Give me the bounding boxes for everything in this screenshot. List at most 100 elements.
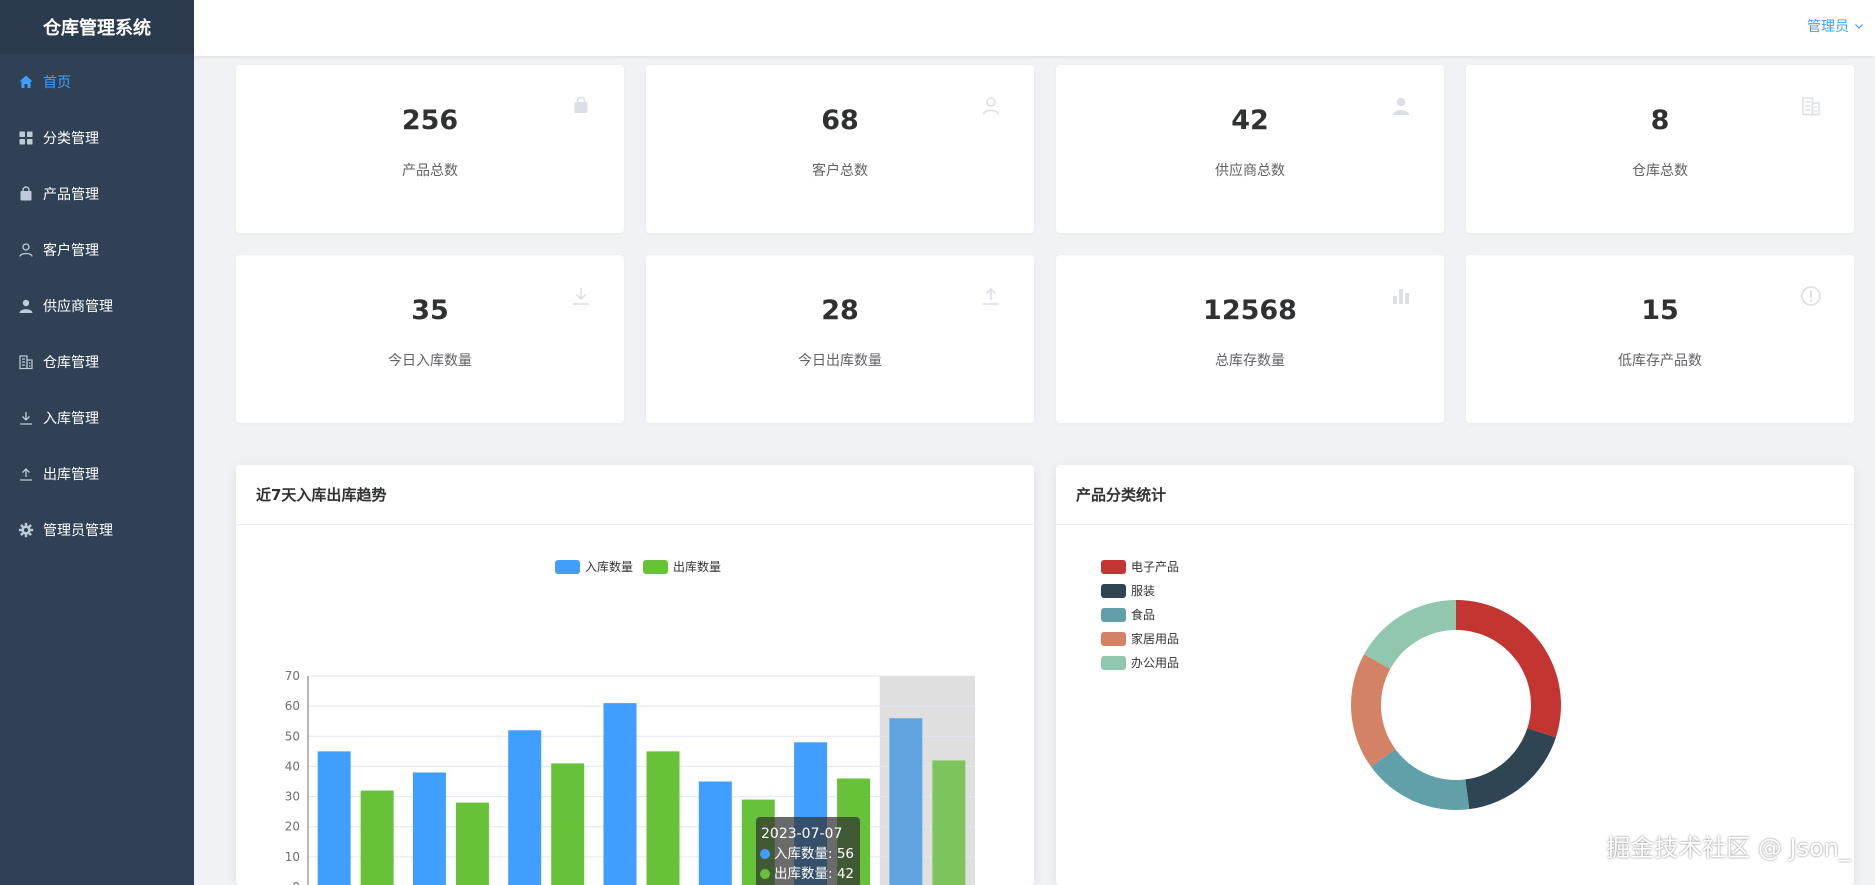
legend-label: 服装 [1131,584,1155,598]
donut-slice [1456,600,1561,738]
user-solid-icon [1390,95,1412,117]
home-icon [18,74,34,90]
bar-chart-icon [1390,285,1412,307]
gear-icon [18,522,34,538]
y-tick-label: 20 [285,820,300,834]
legend-label: 食品 [1131,607,1155,622]
legend-label: 入库数量 [585,559,633,574]
stat-label: 今日出库数量 [798,353,882,369]
donut-slice [1351,654,1396,767]
sidebar: 仓库管理系统 首页 分类管理 产品管理 客户管理 供应商管理 仓库管理 入库管理… [0,0,194,885]
y-tick-label: 70 [285,669,300,683]
trend-panel: 近7天入库出库趋势 入库数量 出库数量 0 10 20 30 40 50 60 70 2023-07… [236,465,1034,885]
stat-card-warehouses: 8 仓库总数 [1466,65,1854,233]
sidebar-item-admin[interactable]: 管理员管理 [0,502,194,558]
trend-panel-title: 近7天入库出库趋势 [236,465,1034,525]
stat-card-products: 256 产品总数 [236,65,624,233]
sidebar-item-label: 入库管理 [43,411,99,427]
tooltip-title: 2023-07-07 [761,826,842,842]
stat-value: 28 [821,295,859,326]
stat-label: 供应商总数 [1215,163,1285,179]
upload-icon [18,466,34,482]
stat-label: 总库存数量 [1215,353,1285,369]
legend-swatch [1101,560,1126,574]
stat-card-today-inbound: 35 今日入库数量 [236,255,624,423]
y-tick-label: 30 [285,790,300,804]
stat-card-customers: 68 客户总数 [646,65,1034,233]
stat-value: 15 [1641,295,1679,326]
stat-card-today-outbound: 28 今日出库数量 [646,255,1034,423]
stat-card-suppliers: 42 供应商总数 [1056,65,1444,233]
user-outline-icon [980,95,1002,117]
stat-label: 低库存产品数 [1618,353,1702,369]
sidebar-item-supplier[interactable]: 供应商管理 [0,278,194,334]
donut-slice [1465,728,1556,810]
legend-label: 电子产品 [1131,560,1179,574]
stat-label: 仓库总数 [1632,163,1688,179]
y-tick-label: 10 [285,850,300,864]
legend-label: 家居用品 [1131,631,1179,646]
sidebar-item-customer[interactable]: 客户管理 [0,222,194,278]
grid-icon [18,130,34,146]
bar [698,781,732,885]
legend-swatch [1101,656,1126,670]
app-title: 仓库管理系统 [0,0,194,54]
bar [889,718,923,885]
sidebar-item-category[interactable]: 分类管理 [0,110,194,166]
y-tick-label: 0 [292,880,300,885]
sidebar-item-home[interactable]: 首页 [0,54,194,110]
bar [603,703,637,885]
building-icon [1800,95,1822,117]
tooltip-marker [760,869,770,879]
bar [508,730,542,885]
tooltip-marker [760,849,770,859]
category-panel: 产品分类统计 电子产品服装食品家居用品办公用品 [1056,465,1854,885]
stat-value: 8 [1650,105,1670,136]
category-panel-title: 产品分类统计 [1056,465,1854,525]
bar [360,790,394,885]
stat-label: 客户总数 [812,163,868,179]
stat-value: 256 [401,105,459,136]
sidebar-item-label: 仓库管理 [43,355,99,371]
bar [551,763,585,885]
stat-card-total-stock: 12568 总库存数量 [1056,255,1444,423]
upload-icon [980,285,1002,307]
chevron-down-icon [1849,20,1865,32]
y-tick-label: 40 [285,759,300,773]
sidebar-item-label: 管理员管理 [43,523,113,539]
tooltip-line: 出库数量: 42 [774,866,854,882]
stat-value: 35 [411,295,449,326]
bar [932,760,966,885]
sidebar-item-label: 供应商管理 [43,299,113,315]
watermark-text: 掘金技术社区 @ Json_ [1606,834,1851,862]
stat-value: 12568 [1203,295,1297,326]
shopping-bag-icon [18,186,34,202]
sidebar-item-label: 分类管理 [43,131,99,147]
user-dropdown[interactable]: 管理员 [1807,16,1865,36]
y-tick-label: 50 [285,729,300,743]
building-icon [18,354,34,370]
bar [317,751,351,885]
warning-icon [1800,285,1822,307]
donut-slice [1363,600,1456,669]
user-outline-icon [18,242,34,258]
legend-swatch [1101,632,1126,646]
sidebar-item-product[interactable]: 产品管理 [0,166,194,222]
legend-label: 办公用品 [1131,655,1179,670]
stat-value: 42 [1231,105,1269,136]
sidebar-item-label: 产品管理 [43,187,99,203]
sidebar-item-label: 出库管理 [43,467,99,483]
sidebar-item-outbound[interactable]: 出库管理 [0,446,194,502]
sidebar-item-warehouse[interactable]: 仓库管理 [0,334,194,390]
donut-slice [1371,749,1470,810]
bar [646,751,680,885]
sidebar-item-label: 首页 [43,75,71,91]
legend-swatch [1101,608,1126,622]
bar [412,772,446,885]
tooltip-line: 入库数量: 56 [774,846,854,862]
download-icon [18,410,34,426]
stat-label: 产品总数 [402,163,458,179]
user-name: 管理员 [1807,19,1849,35]
sidebar-item-inbound[interactable]: 入库管理 [0,390,194,446]
legend-swatch [555,560,580,574]
